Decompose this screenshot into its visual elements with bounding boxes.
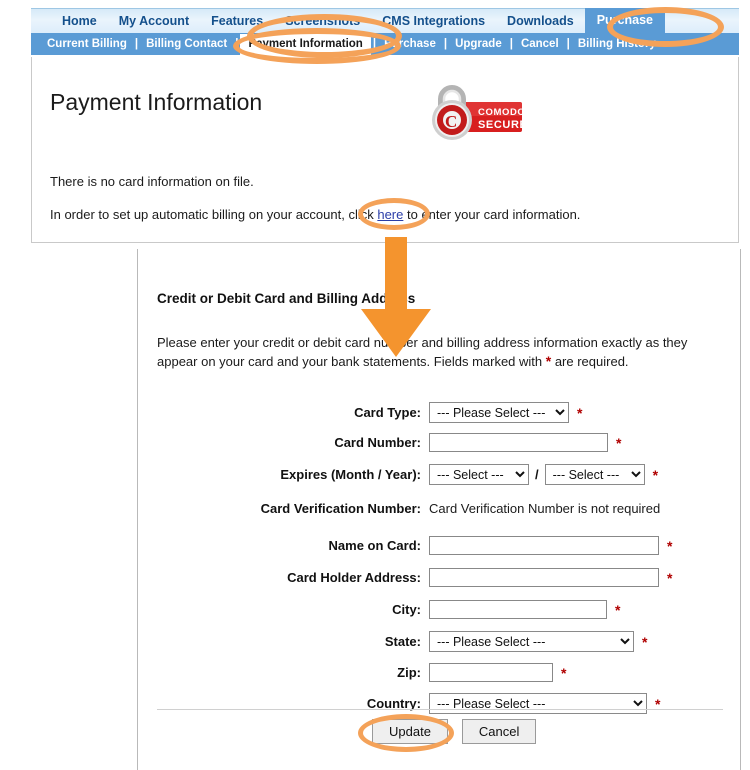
subnav-item-payment-information[interactable]: Payment Information xyxy=(240,33,371,55)
required-asterisk-name-on-card: * xyxy=(667,537,673,554)
subnav-item-billing-contact[interactable]: Billing Contact xyxy=(140,37,233,52)
control-zip: * xyxy=(429,663,566,682)
required-asterisk-card-type: * xyxy=(577,404,583,421)
subnav-item-cancel[interactable]: Cancel xyxy=(515,37,565,52)
required-asterisk-zip: * xyxy=(561,664,567,681)
form-instructions: Please enter your credit or debit card n… xyxy=(157,334,727,371)
label-zip: Zip: xyxy=(397,665,421,680)
control-card-number: * xyxy=(429,433,621,452)
expires-separator: / xyxy=(535,467,539,482)
subnav-separator: | xyxy=(235,38,239,50)
no-card-message: There is no card information on file. xyxy=(50,174,254,189)
label-card-type: Card Type: xyxy=(354,405,421,420)
subnav-separator: | xyxy=(372,38,377,50)
control-expires: --- Select --- / --- Select --- * xyxy=(429,464,658,485)
control-card-verification-number: Card Verification Number is not required xyxy=(429,501,660,516)
main-navigation-bar: Home My Account Features Screenshots CMS… xyxy=(31,8,739,34)
required-asterisk-card-holder-address: * xyxy=(667,569,673,586)
control-country: --- Please Select --- * xyxy=(429,693,660,714)
expires-month-select[interactable]: --- Select --- xyxy=(429,464,529,485)
field-row-card-type: Card Type: --- Please Select --- * xyxy=(138,402,742,423)
subnav-separator: | xyxy=(134,38,139,50)
state-select[interactable]: --- Please Select --- xyxy=(429,631,634,652)
control-city: * xyxy=(429,600,620,619)
required-asterisk-city: * xyxy=(615,601,621,618)
card-number-input[interactable] xyxy=(429,433,608,452)
required-asterisk-state: * xyxy=(642,633,648,650)
label-state: State: xyxy=(384,634,421,649)
field-row-name-on-card: Name on Card: * xyxy=(138,536,742,555)
setup-text-after: to enter your card information. xyxy=(403,207,581,222)
label-card-verification-number: Card Verification Number: xyxy=(260,501,421,516)
field-row-state: State: --- Please Select --- * xyxy=(138,631,742,652)
sub-navigation-bar: Current Billing | Billing Contact | Paym… xyxy=(31,33,739,55)
credit-card-form-panel: Credit or Debit Card and Billing Address… xyxy=(137,249,741,770)
subnav-separator: | xyxy=(443,38,448,50)
subnav-separator: | xyxy=(509,38,513,50)
svg-text:C: C xyxy=(445,112,457,131)
svg-text:SECURE: SECURE xyxy=(478,119,524,131)
control-card-type: --- Please Select --- * xyxy=(429,402,582,423)
here-link[interactable]: here xyxy=(377,207,403,222)
label-expires: Expires (Month / Year): xyxy=(280,467,421,482)
nav-item-screenshots[interactable]: Screenshots xyxy=(274,9,371,34)
label-card-holder-address: Card Holder Address: xyxy=(287,570,421,585)
city-input[interactable] xyxy=(429,600,607,619)
control-name-on-card: * xyxy=(429,536,672,555)
card-holder-address-input[interactable] xyxy=(429,568,659,587)
comodo-secure-badge: COMODO SECURE C xyxy=(424,85,527,143)
nav-item-home[interactable]: Home xyxy=(51,9,108,34)
form-heading: Credit or Debit Card and Billing Address xyxy=(157,291,416,306)
country-select[interactable]: --- Please Select --- xyxy=(429,693,647,714)
subnav-separator: | xyxy=(566,38,570,50)
subnav-item-billing-history[interactable]: Billing History xyxy=(572,37,662,52)
update-button[interactable]: Update xyxy=(372,719,448,744)
field-row-expires: Expires (Month / Year): --- Select --- /… xyxy=(138,464,742,485)
payment-information-panel: Payment Information COMODO SECURE C Ther… xyxy=(31,57,739,243)
page-title: Payment Information xyxy=(50,89,263,115)
form-divider xyxy=(157,709,723,710)
nav-item-cms-integrations[interactable]: CMS Integrations xyxy=(371,9,496,34)
instructions-text-after: are required. xyxy=(551,354,629,369)
label-name-on-card: Name on Card: xyxy=(328,538,421,553)
cancel-button[interactable]: Cancel xyxy=(461,719,537,744)
required-asterisk-card-number: * xyxy=(616,434,622,451)
name-on-card-input[interactable] xyxy=(429,536,659,555)
expires-year-select[interactable]: --- Select --- xyxy=(544,464,645,485)
required-asterisk-expires: * xyxy=(652,466,659,483)
setup-billing-message: In order to set up automatic billing on … xyxy=(50,207,580,222)
svg-text:COMODO: COMODO xyxy=(478,107,524,118)
nav-item-purchase[interactable]: Purchase xyxy=(584,8,665,34)
nav-item-my-account[interactable]: My Account xyxy=(108,9,200,34)
field-row-card-holder-address: Card Holder Address: * xyxy=(138,568,742,587)
control-card-holder-address: * xyxy=(429,568,672,587)
label-city: City: xyxy=(392,602,421,617)
subnav-item-upgrade[interactable]: Upgrade xyxy=(449,37,508,52)
field-row-city: City: * xyxy=(138,600,742,619)
control-state: --- Please Select --- * xyxy=(429,631,647,652)
subnav-item-purchase[interactable]: Purchase xyxy=(378,37,442,52)
field-row-card-number: Card Number: * xyxy=(138,433,742,452)
card-type-select[interactable]: --- Please Select --- xyxy=(429,402,569,423)
field-row-country: Country: --- Please Select --- * xyxy=(138,693,742,714)
form-button-row: Update Cancel xyxy=(138,719,742,744)
label-card-number: Card Number: xyxy=(334,435,421,450)
zip-input[interactable] xyxy=(429,663,553,682)
setup-text-before: In order to set up automatic billing on … xyxy=(50,207,378,222)
site-navigation: Home My Account Features Screenshots CMS… xyxy=(31,8,739,55)
field-row-zip: Zip: * xyxy=(138,663,742,682)
nav-item-features[interactable]: Features xyxy=(200,9,274,34)
subnav-item-current-billing[interactable]: Current Billing xyxy=(41,37,133,52)
field-row-card-verification-number: Card Verification Number: Card Verificat… xyxy=(138,501,742,516)
nav-item-downloads[interactable]: Downloads xyxy=(496,9,585,34)
card-verification-number-value: Card Verification Number is not required xyxy=(429,501,661,516)
